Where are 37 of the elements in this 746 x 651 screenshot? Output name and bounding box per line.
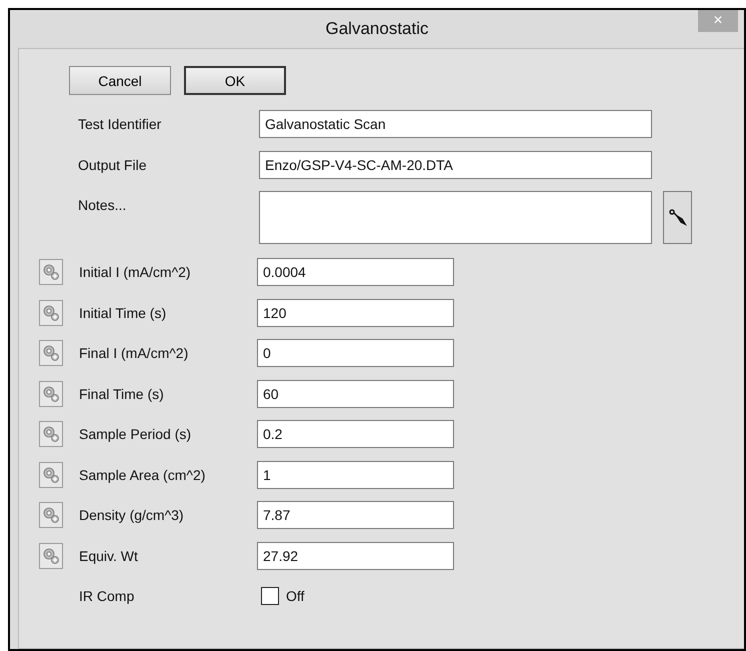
input-field[interactable]: 1 [257,460,454,488]
settings-button[interactable] [39,380,63,406]
field-label: Final Time (s) [79,386,165,402]
checkbox-label: Off [286,588,304,604]
field-label: Final I (mA/cm^2) [79,345,190,361]
dialog-button[interactable]: Cancel [69,66,171,95]
notes-field[interactable] [259,191,652,244]
field-label: Test Identifier [78,116,162,132]
field-label: Equiv. Wt [79,548,139,564]
settings-button[interactable] [39,502,63,528]
pen-button[interactable] [663,191,692,244]
settings-button[interactable] [39,462,63,488]
field-label: Notes... [78,196,128,213]
settings-button[interactable] [39,300,63,326]
checkbox[interactable] [261,587,279,605]
settings-button[interactable] [39,340,63,366]
settings-button[interactable] [39,421,63,447]
input-field[interactable]: 0.2 [257,420,454,448]
field-label: IR Comp [79,588,136,604]
field-label: Sample Area (cm^2) [79,466,206,482]
input-field[interactable]: 60 [257,380,454,408]
settings-button[interactable] [39,259,63,285]
input-field[interactable]: 0.0004 [257,258,454,286]
field-label: Sample Period (s) [79,426,192,442]
input-field[interactable]: 120 [257,298,454,326]
input-field[interactable]: Enzo/GSP-V4-SC-AM-20.DTA [259,150,652,178]
input-field[interactable]: 7.87 [257,501,454,529]
settings-button[interactable] [39,542,63,568]
field-label: Output File [78,156,148,172]
input-field[interactable]: 27.92 [257,542,454,570]
input-field[interactable]: Galvanostatic Scan [259,110,652,138]
dialog-button[interactable]: OK [184,66,286,95]
field-label: Initial Time (s) [79,304,168,320]
window-title: Galvanostatic [326,19,428,39]
input-field[interactable]: 0 [257,339,454,367]
field-label: Density (g/cm^3) [79,507,185,523]
field-label: Initial I (mA/cm^2) [79,264,192,280]
